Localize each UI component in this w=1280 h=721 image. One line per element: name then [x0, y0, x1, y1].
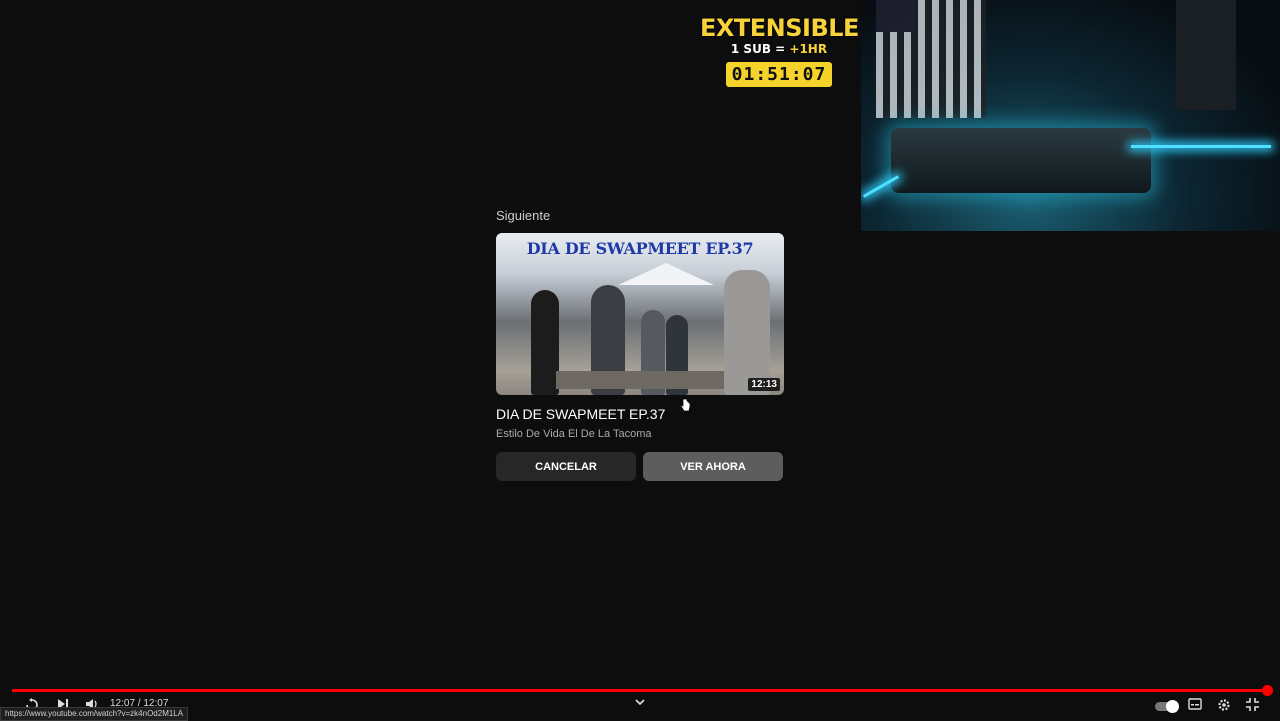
- countdown-timer: 01:51:07: [725, 62, 833, 87]
- exit-fullscreen-icon[interactable]: [1246, 698, 1259, 711]
- progress-bar[interactable]: [12, 689, 1268, 692]
- bed-image: [891, 128, 1151, 193]
- table-shape: [556, 371, 736, 389]
- person-figure: [724, 270, 770, 395]
- watch-now-button[interactable]: VER AHORA: [643, 452, 783, 481]
- sub-rule-prefix: 1 SUB =: [730, 42, 790, 56]
- channel-name[interactable]: Estilo De Vida El De La Tacoma: [496, 428, 786, 440]
- sub-rule: 1 SUB = +1HR: [700, 42, 858, 57]
- hand-cursor-icon: [680, 398, 690, 412]
- up-next-buttons: CANCELAR VER AHORA: [496, 452, 786, 481]
- led-strip: [1131, 145, 1271, 148]
- extensible-title: EXTENSIBLE: [700, 14, 859, 42]
- next-video-title[interactable]: DIA DE SWAPMEET EP.37: [496, 406, 786, 422]
- person-figure: [531, 290, 559, 395]
- subtitles-icon[interactable]: [1188, 698, 1202, 710]
- up-next-card: Siguiente DIA DE SWAPMEET EP.37 12:13 DI…: [496, 208, 786, 481]
- cancel-button[interactable]: CANCELAR: [496, 452, 636, 481]
- player-controls: 12:07 / 12:07: [0, 694, 1280, 720]
- tent-shape: [618, 263, 714, 285]
- extensible-overlay: EXTENSIBLE 1 SUB = +1HR 01:51:07: [700, 14, 859, 87]
- url-tooltip: https://www.youtube.com/watch?v=zk4nOd2M…: [0, 707, 189, 721]
- autoplay-toggle-icon[interactable]: [1155, 700, 1179, 713]
- up-next-label: Siguiente: [496, 208, 551, 223]
- flag-image: [876, 0, 986, 118]
- gear-icon[interactable]: [1217, 698, 1231, 712]
- video-thumbnail[interactable]: DIA DE SWAPMEET EP.37 12:13: [496, 233, 784, 395]
- video-duration: 12:13: [748, 378, 780, 391]
- chevron-down-icon[interactable]: [635, 698, 645, 706]
- wall-poster: [1176, 0, 1236, 110]
- webcam-feed: [861, 0, 1280, 231]
- sub-rule-accent: +1HR: [789, 42, 828, 56]
- thumbnail-title: DIA DE SWAPMEET EP.37: [526, 239, 754, 258]
